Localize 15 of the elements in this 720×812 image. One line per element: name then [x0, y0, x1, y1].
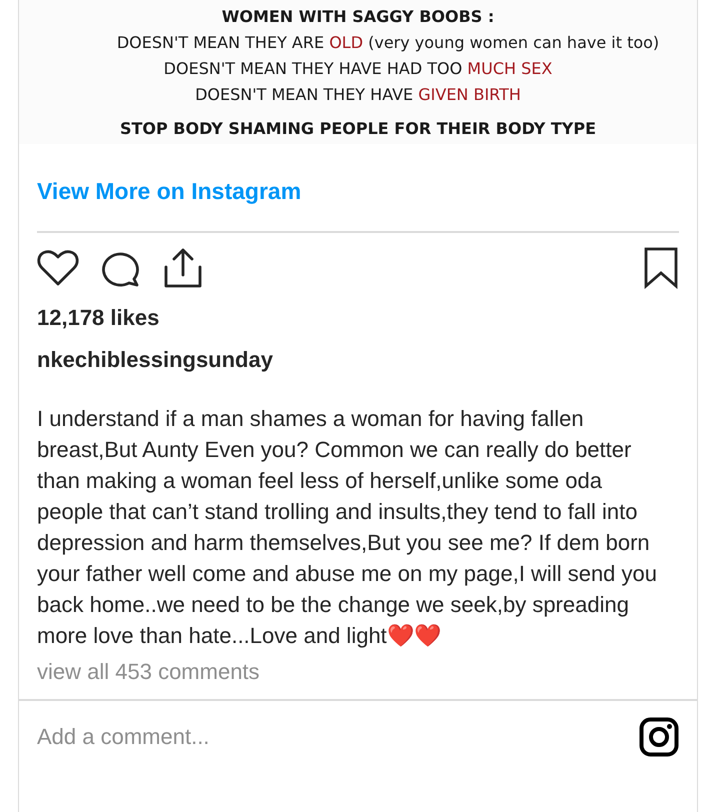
comment-field[interactable]: Add a comment...	[37, 718, 629, 756]
bookmark-icon[interactable]	[643, 247, 679, 289]
image-text: DOESN'T MEAN THEY ARE OLD (very young women can have it too)	[116, 32, 660, 54]
share-icon[interactable]	[163, 247, 203, 289]
image-text: WOMEN WITH SAGGY BOOBS :	[222, 6, 494, 28]
heart-icon[interactable]	[37, 249, 79, 287]
view-comments-link[interactable]: view all 453 comments	[37, 659, 679, 699]
image-text: STOP BODY SHAMING PEOPLE FOR THEIR BODY TYPE	[120, 118, 596, 140]
like-count: 12,178 likes	[37, 305, 160, 331]
view-more-link[interactable]: View More on Instagram	[37, 178, 302, 231]
username[interactable]: nkechiblessingsunday	[37, 347, 679, 373]
instagram-logo-icon[interactable]	[639, 717, 679, 757]
caption-text: I understand if a man shames a woman for having fallen breast,But Aunty Even you? Common we can really do better than making a woman feel less of herself,unlike some oda people that can’t stand trolling and insults,they tend to fall into depression and harm themselves,But you see me? If dem born your father well come and abuse me on my page,I will send you back home..we need to be the change we seek,by spreading more love than hate...Love and light❤❤	[37, 405, 658, 650]
image-text: DOESN'T MEAN THEY HAVE GIVEN BIRTH	[195, 84, 521, 106]
image-text: DOESN'T MEAN THEY HAVE HAD TOO MUCH SEX	[164, 58, 552, 80]
